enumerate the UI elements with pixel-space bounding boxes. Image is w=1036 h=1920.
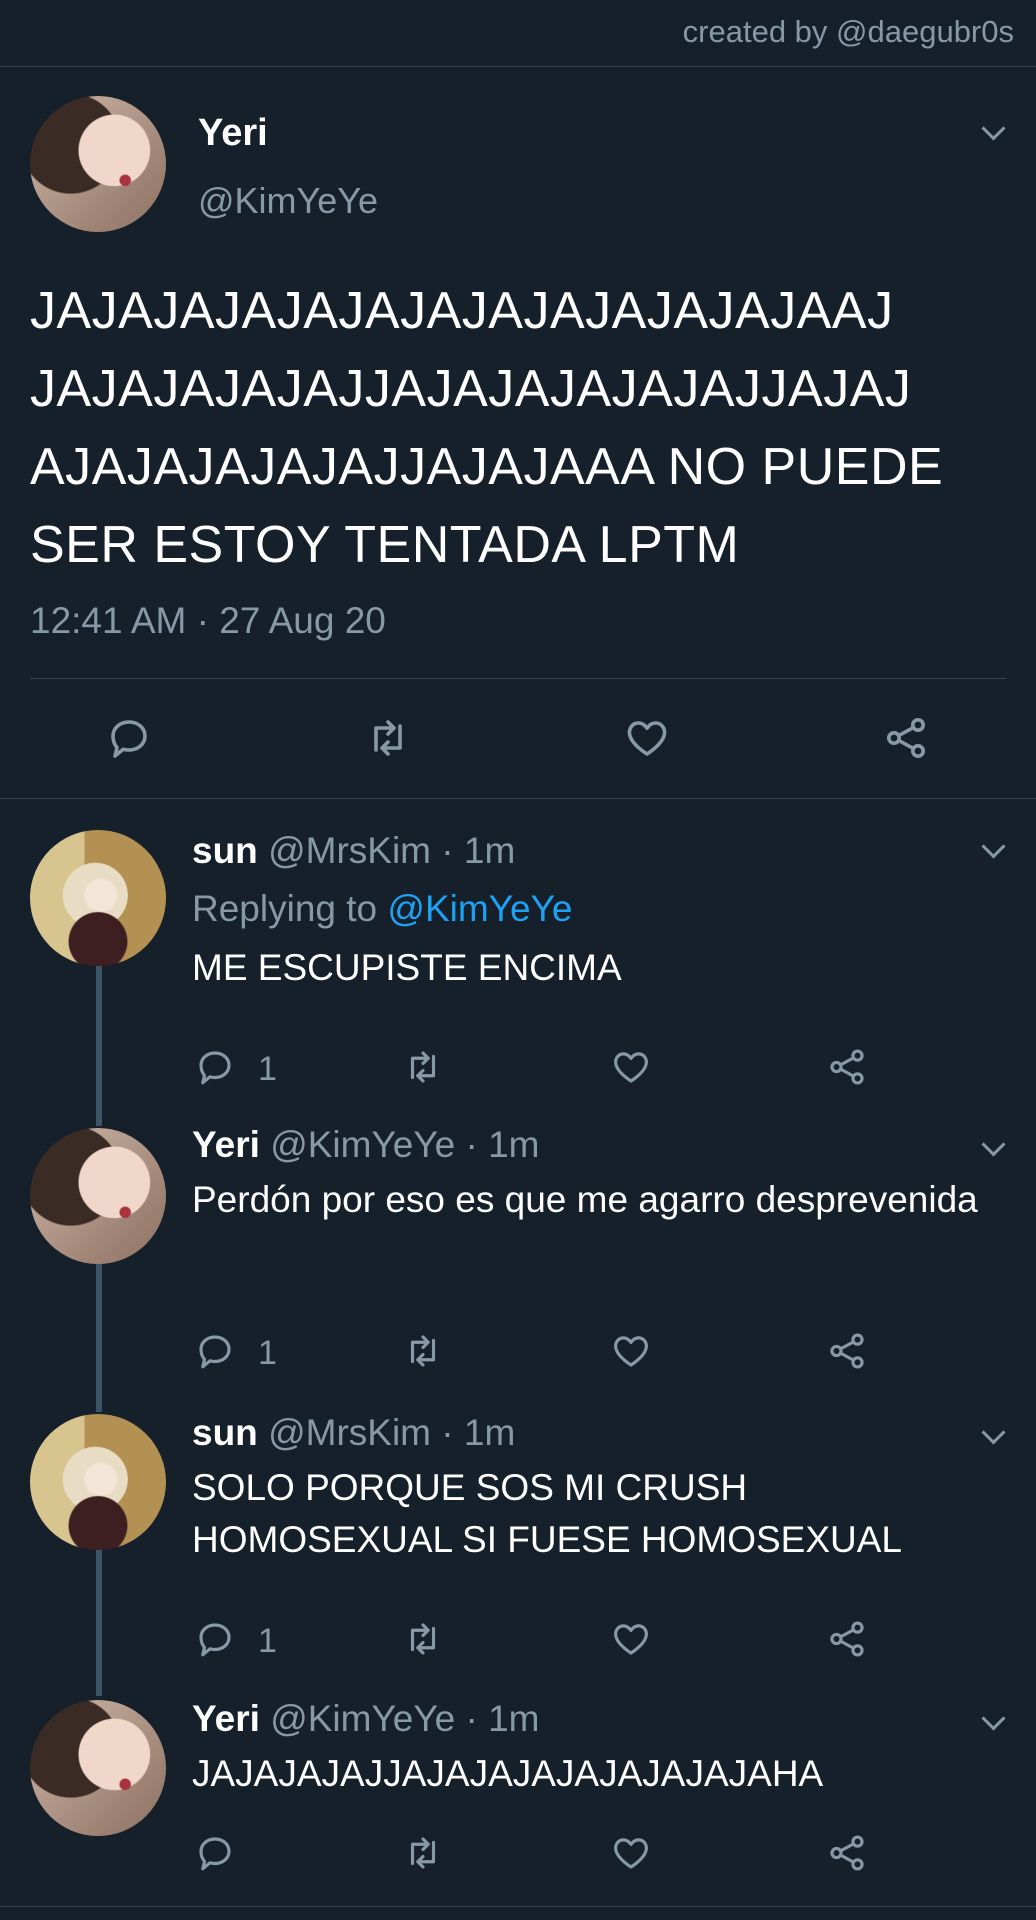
reply-actions: 1 [192, 1618, 892, 1664]
like-icon[interactable] [623, 714, 671, 762]
reply-icon[interactable] [194, 1330, 236, 1372]
share-icon[interactable] [826, 1046, 868, 1088]
chevron-down-icon[interactable] [981, 1132, 1006, 1157]
retweet-icon[interactable] [364, 714, 412, 762]
reply-header: Yeri @KimYeYe · 1m [192, 1124, 539, 1166]
reply-text: ME ESCUPISTE ENCIMA [192, 947, 622, 988]
thread-line [96, 966, 102, 1126]
thread-line [96, 1540, 102, 1696]
reply-count: 1 [258, 1622, 277, 1660]
reply-actions: 1 [192, 1046, 892, 1092]
replying-label: Replying to [192, 888, 378, 929]
retweet-icon[interactable] [402, 1046, 444, 1088]
retweet-icon[interactable] [402, 1330, 444, 1372]
divider [30, 678, 1006, 679]
like-icon[interactable] [610, 1330, 652, 1372]
author-name[interactable]: Yeri [198, 112, 268, 155]
author-name[interactable]: sun [192, 830, 258, 871]
reply-actions [192, 1832, 892, 1878]
retweet-icon[interactable] [402, 1832, 444, 1874]
chevron-down-icon[interactable] [981, 1420, 1006, 1445]
avatar[interactable] [30, 1414, 166, 1550]
reply-icon[interactable] [194, 1046, 236, 1088]
divider [0, 1906, 1036, 1907]
author-handle[interactable]: @KimYeYe [270, 1124, 455, 1165]
share-icon[interactable] [826, 1330, 868, 1372]
replying-to: Replying to @KimYeYe [192, 888, 572, 930]
author-name[interactable]: sun [192, 1412, 258, 1453]
reply-icon[interactable] [105, 714, 153, 762]
credit-text: created by @daegubr0s [682, 14, 1014, 49]
chevron-down-icon[interactable] [981, 1706, 1006, 1731]
share-icon[interactable] [826, 1832, 868, 1874]
chevron-down-icon[interactable] [981, 834, 1006, 859]
reply-time: · 1m [441, 830, 516, 871]
reply-time: · 1m [441, 1412, 516, 1453]
reply-time: · 1m [465, 1698, 540, 1739]
avatar[interactable] [30, 1700, 166, 1836]
reply-icon[interactable] [194, 1832, 236, 1874]
reply-header: sun @MrsKim · 1m [192, 830, 515, 872]
retweet-icon[interactable] [402, 1618, 444, 1660]
share-icon[interactable] [826, 1618, 868, 1660]
reply-time: · 1m [465, 1124, 540, 1165]
reply-text: SOLO PORQUE SOS MI CRUSH HOMOSEXUAL SI F… [192, 1467, 903, 1560]
reply-header: sun @MrsKim · 1m [192, 1412, 515, 1454]
author-handle[interactable]: @KimYeYe [198, 180, 378, 222]
like-icon[interactable] [610, 1832, 652, 1874]
tweet-timestamp: 12:41 AM · 27 Aug 20 [30, 600, 386, 641]
divider [0, 66, 1036, 67]
avatar[interactable] [30, 830, 166, 966]
reply-text: Perdón por eso es que me agarro despreve… [192, 1179, 978, 1220]
reply-icon[interactable] [194, 1618, 236, 1660]
like-icon[interactable] [610, 1046, 652, 1088]
author-handle[interactable]: @MrsKim [268, 1412, 431, 1453]
reply-count: 1 [258, 1334, 277, 1372]
reply-count: 1 [258, 1050, 277, 1088]
author-name[interactable]: Yeri [192, 1124, 260, 1165]
author-handle[interactable]: @KimYeYe [270, 1698, 455, 1739]
reply-actions: 1 [192, 1330, 892, 1376]
avatar[interactable] [30, 1128, 166, 1264]
chevron-down-icon[interactable] [981, 116, 1006, 141]
author-name[interactable]: Yeri [192, 1698, 260, 1739]
share-icon[interactable] [882, 714, 930, 762]
divider [0, 798, 1036, 799]
avatar[interactable] [30, 96, 166, 232]
reply-text: JAJAJAJAJJAJAJAJAJAJAJAJAJAHA [192, 1753, 824, 1794]
author-handle[interactable]: @MrsKim [268, 830, 431, 871]
like-icon[interactable] [610, 1618, 652, 1660]
replying-to-link[interactable]: @KimYeYe [387, 888, 572, 929]
thread-line [96, 1254, 102, 1412]
reply-header: Yeri @KimYeYe · 1m [192, 1698, 539, 1740]
tweet-text: JAJAJAJAJAJAJAJAJAJAJAJAJAAJ JAJAJAJAJAJ… [30, 282, 944, 574]
